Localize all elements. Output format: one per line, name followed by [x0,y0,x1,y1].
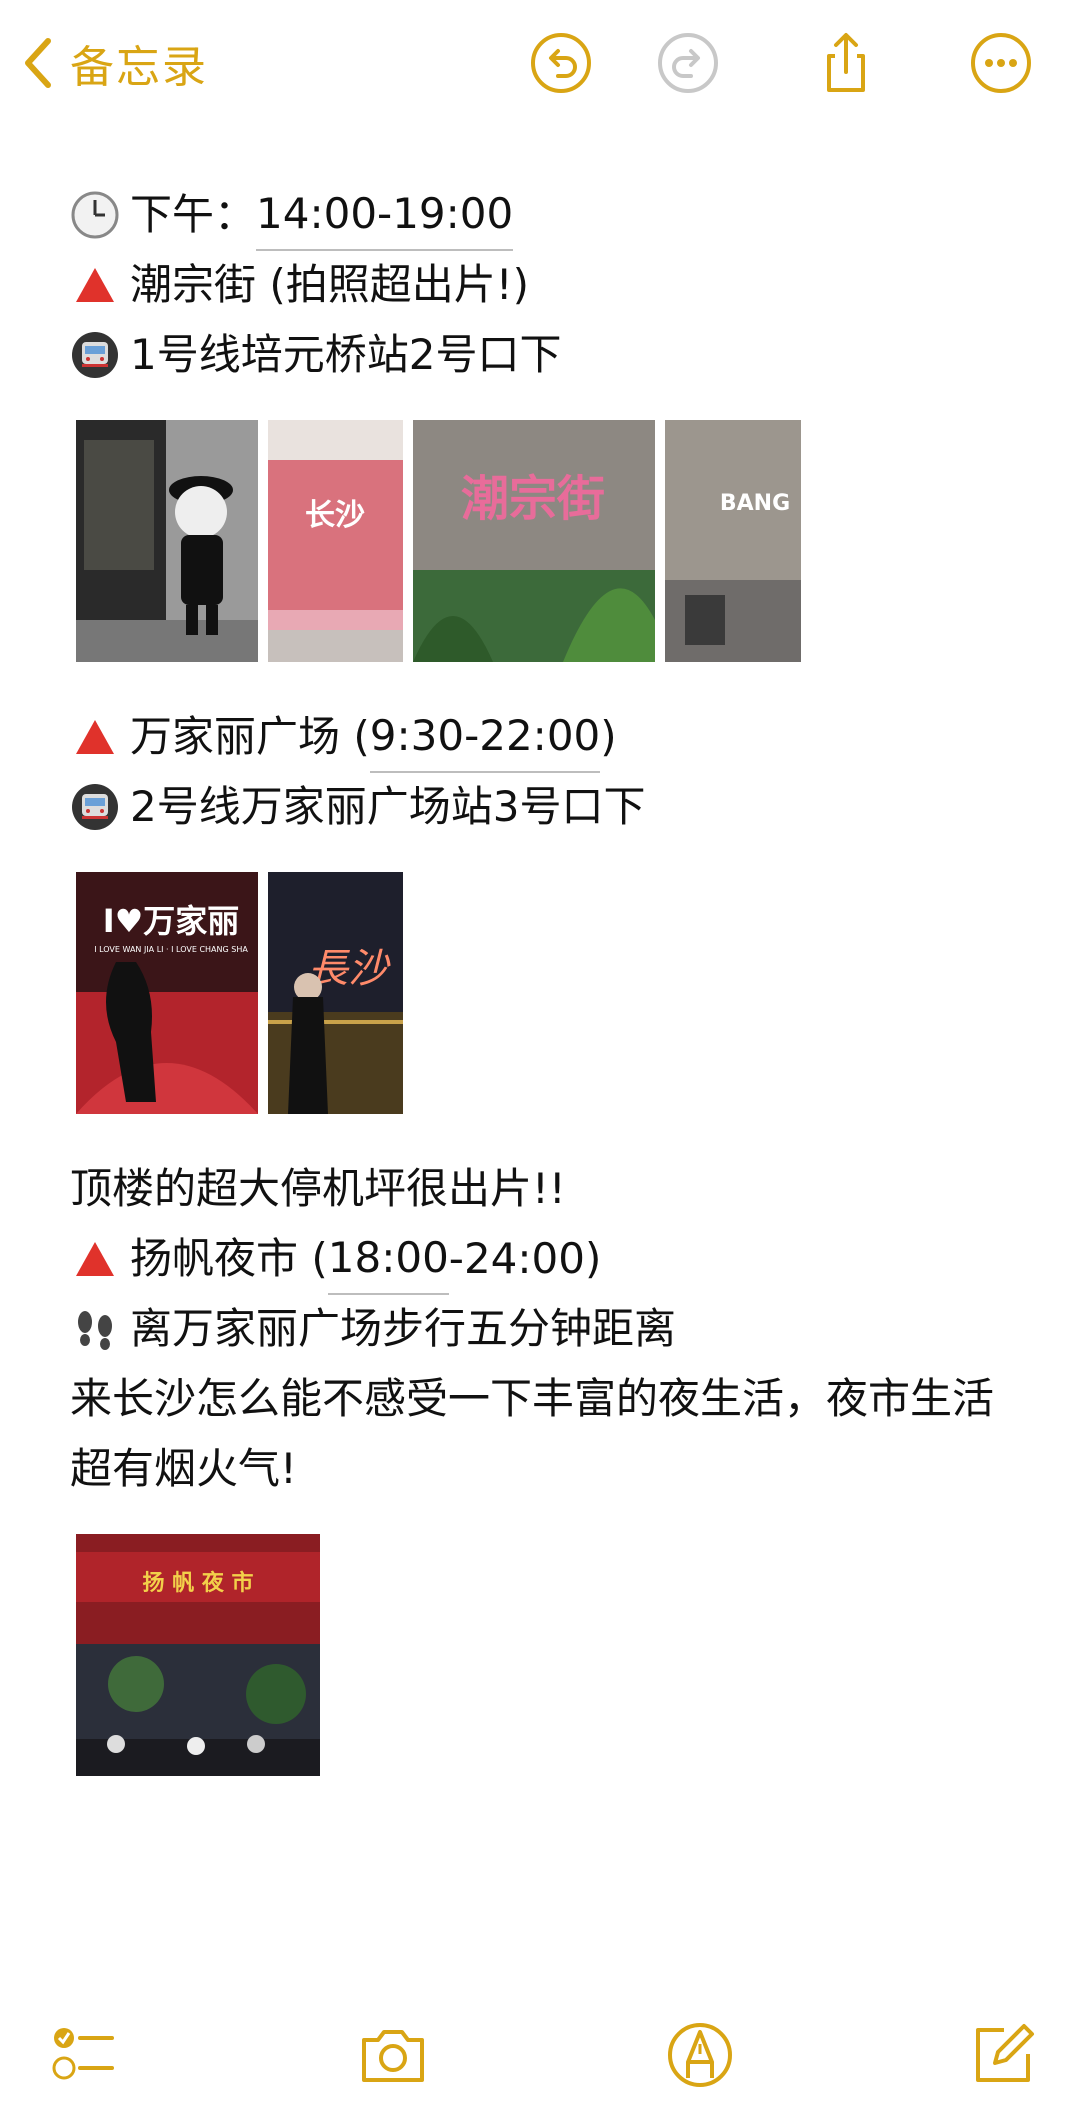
metro-line-1: 1号线培元桥站2号口下 [70,320,1030,390]
redo-icon [658,33,718,93]
back-label: 备忘录 [70,42,208,93]
metro-train-icon [70,330,120,380]
place-line-3: 扬帆夜市 (18:00 -24:00) [70,1223,1030,1295]
walk-directions: 离万家丽广场步行五分钟距离 [130,1304,677,1353]
undo-button[interactable] [530,32,592,94]
time-line: 下午： 14:00-19:00 [70,179,1030,251]
photo-wanjiali-rooftop[interactable]: I♥万家丽 I LOVE WAN JIA LI · I LOVE CHANG S… [76,872,258,1114]
note-body[interactable]: 下午： 14:00-19:00 潮宗街 (拍照超出片!) 1号线培元桥站2号口下 [70,180,1030,1816]
caption-line: 顶楼的超大停机坪很出片!! [70,1164,566,1213]
photo-row-1: 长沙 潮宗街 BANG [76,420,1030,662]
photo-chaozongjie-sign[interactable]: 潮宗街 [413,420,655,662]
metro-line-2: 2号线万家丽广场站3号口下 [70,772,1030,842]
compose-button[interactable] [968,2020,1038,2090]
place-hours-3-end: -24:00) [448,1234,602,1283]
camera-icon [362,2030,424,2082]
place-name-3: 扬帆夜市 ( [130,1234,328,1283]
market-photo-text: 扬 帆 夜 市 [143,1570,254,1596]
photo-street-doll[interactable] [76,420,258,662]
red-triangle-icon [70,260,120,310]
compose-icon [976,2024,1034,2082]
redo-button[interactable] [657,32,719,94]
time-value[interactable]: 14:00-19:00 [256,179,514,251]
share-button[interactable] [815,32,877,94]
red-triangle-icon [70,1234,120,1284]
place-hours-2[interactable]: 9:30-22:00 [369,701,601,773]
undo-icon [531,33,591,93]
chevron-left-icon [25,38,51,88]
metro-train-icon [70,782,120,832]
photo-row-3: 扬 帆 夜 市 [76,1534,1030,1776]
photo-bang-building[interactable]: BANG [665,420,801,662]
pen-tip-icon [668,2023,732,2087]
chaozongjie-photo-text: 潮宗街 [461,471,605,527]
photo-changsha-neon[interactable]: 長沙 [268,872,403,1114]
metro-directions-2: 2号线万家丽广场站3号口下 [130,782,646,831]
clock-icon [70,190,120,240]
place-line-1: 潮宗街 (拍照超出片!) [70,250,1030,320]
checklist-icon [52,2028,114,2080]
share-icon [827,33,865,92]
place-name-2: 万家丽广场 ( [130,712,370,761]
time-prefix: 下午： [130,190,257,239]
back-button[interactable]: 备忘录 [20,28,208,98]
changsha-photo-text: 长沙 [305,498,365,533]
description-text: 来长沙怎么能不感受一下丰富的夜生活，夜市生活超有烟火气! [70,1374,995,1493]
checklist-button[interactable] [50,2020,120,2090]
red-triangle-icon [70,712,120,762]
place-hours-3[interactable]: 18:00 [327,1223,449,1295]
photo-pink-wall[interactable]: 长沙 [268,420,403,662]
photo-night-market[interactable]: 扬 帆 夜 市 [76,1534,320,1776]
ellipsis-circle-icon [971,33,1031,93]
wanjiali-photo-text: I♥万家丽 [103,902,240,940]
camera-button[interactable] [358,2020,428,2090]
wanjiali-photo-subtext: I LOVE WAN JIA LI · I LOVE CHANG SHA [94,945,248,954]
walk-line: 离万家丽广场步行五分钟距离 [70,1294,1030,1364]
top-toolbar: 备忘录 [0,0,1080,130]
place-name: 潮宗街 (拍照超出片!) [130,260,529,309]
markup-button[interactable] [665,2020,735,2090]
bottom-toolbar [0,2020,1080,2107]
metro-directions: 1号线培元桥站2号口下 [130,330,562,379]
more-button[interactable] [970,32,1032,94]
photo-row-2: I♥万家丽 I LOVE WAN JIA LI · I LOVE CHANG S… [76,872,1030,1114]
place-line-2: 万家丽广场 (9:30-22:00) [70,701,1030,773]
footprints-icon [70,1304,120,1354]
bang-photo-text: BANG [720,491,790,516]
place-suffix-2: ) [600,712,617,761]
